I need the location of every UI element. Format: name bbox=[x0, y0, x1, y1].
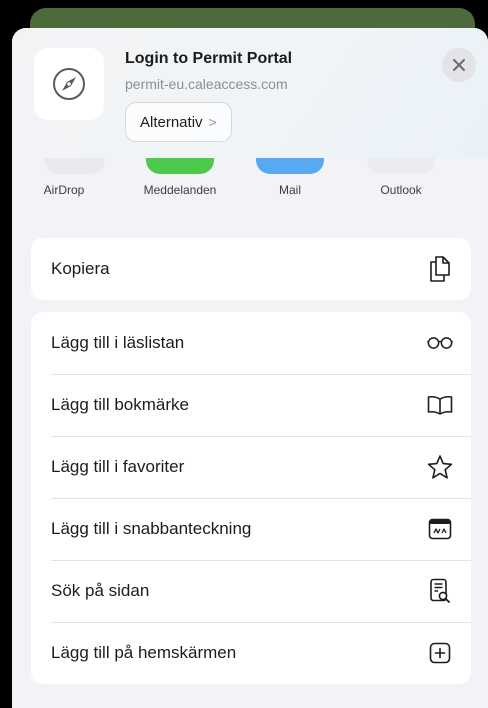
action-label: Lägg till i snabbanteckning bbox=[51, 519, 252, 538]
action-label: Lägg till i läslistan bbox=[51, 333, 185, 352]
options-button[interactable]: Alternativ > bbox=[125, 102, 232, 142]
star-icon bbox=[427, 454, 453, 480]
close-icon bbox=[453, 59, 465, 71]
app-label-messages[interactable]: Meddelanden bbox=[144, 183, 217, 197]
action-label: Sök på sidan bbox=[51, 581, 150, 600]
action-label: Kopiera bbox=[51, 259, 110, 278]
glasses-icon bbox=[427, 330, 453, 356]
app-label-mail[interactable]: Mail bbox=[279, 183, 301, 197]
page-title: Login to Permit Portal bbox=[125, 50, 293, 67]
action-quick-note[interactable]: Lägg till i snabbanteckning bbox=[31, 498, 471, 560]
chevron-right-icon: > bbox=[208, 114, 217, 130]
app-label-outlook[interactable]: Outlook bbox=[380, 183, 421, 197]
app-label-airdrop[interactable]: AirDrop bbox=[44, 183, 85, 197]
close-button[interactable] bbox=[442, 48, 476, 82]
share-sheet: Login to Permit Portal permit-eu.caleacc… bbox=[12, 28, 488, 708]
action-label: Lägg till i favoriter bbox=[51, 457, 185, 476]
apps-row: AirDrop Meddelanden Mail Outlook bbox=[12, 158, 488, 208]
action-label: Lägg till på hemskärmen bbox=[51, 643, 237, 662]
quick-note-icon bbox=[427, 516, 453, 542]
mail-icon[interactable] bbox=[256, 158, 324, 174]
airdrop-icon[interactable] bbox=[45, 158, 105, 174]
options-label: Alternativ bbox=[140, 113, 203, 131]
action-favorites[interactable]: Lägg till i favoriter bbox=[31, 436, 471, 498]
compass-icon bbox=[34, 48, 104, 120]
action-reading-list[interactable]: Lägg till i läslistan bbox=[31, 312, 471, 374]
action-copy[interactable]: Kopiera bbox=[31, 238, 471, 300]
secondary-actions-card: Lägg till i läslistan Lägg till bokmärke bbox=[31, 312, 471, 684]
book-icon bbox=[427, 392, 453, 418]
copy-icon bbox=[427, 256, 453, 282]
outlook-icon[interactable] bbox=[367, 158, 435, 174]
action-find-on-page[interactable]: Sök på sidan bbox=[31, 560, 471, 622]
action-add-to-home-screen[interactable]: Lägg till på hemskärmen bbox=[31, 622, 471, 684]
action-bookmark[interactable]: Lägg till bokmärke bbox=[31, 374, 471, 436]
add-square-icon bbox=[427, 640, 453, 666]
action-label: Lägg till bokmärke bbox=[51, 395, 189, 414]
find-on-page-icon bbox=[427, 578, 453, 604]
messages-icon[interactable] bbox=[146, 158, 214, 174]
page-url: permit-eu.caleaccess.com bbox=[125, 76, 288, 92]
share-header: Login to Permit Portal permit-eu.caleacc… bbox=[12, 28, 488, 158]
primary-actions-card: Kopiera bbox=[31, 238, 471, 300]
